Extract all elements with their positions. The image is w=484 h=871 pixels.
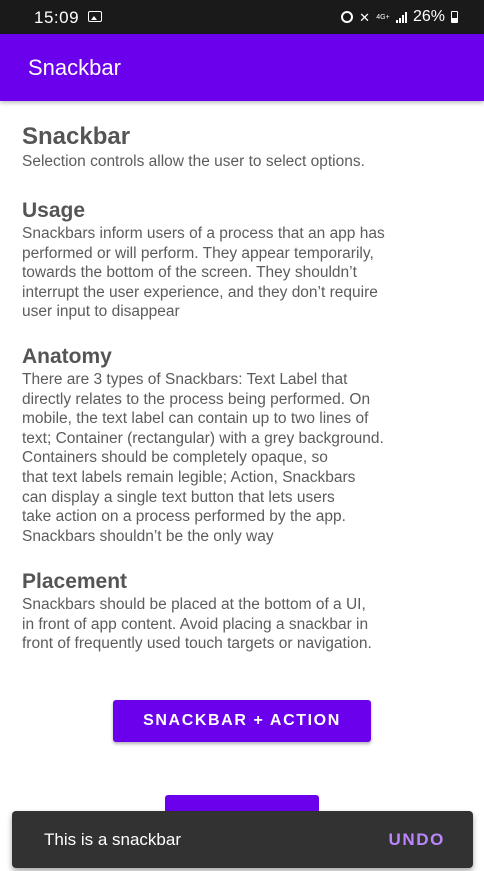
anatomy-line: can display a single text button that le… <box>22 488 335 506</box>
anatomy-line: There are 3 types of Snackbars: Text Lab… <box>22 371 348 388</box>
placement-line: Snackbars should be placed at the bottom… <box>22 596 366 613</box>
status-bar: 15:09 ✕ 4G+ 26% <box>0 0 484 34</box>
app-bar-title: Snackbar <box>28 55 121 80</box>
battery-percentage: 26% <box>412 8 445 25</box>
usage-line: towards the bottom of the screen. They s… <box>22 264 357 282</box>
app-bar: Snackbar <box>0 34 484 101</box>
status-time: 15:09 <box>34 8 80 27</box>
usage-line: interrupt the user experience, and they … <box>22 283 378 301</box>
usage-body: Snackbars inform users of a process that… <box>22 224 462 322</box>
anatomy-line: Snackbars shouldn’t be the only way <box>22 527 274 545</box>
snackbar-message: This is a snackbar <box>44 830 181 849</box>
anatomy-line: directly relates to the process being pe… <box>22 390 371 408</box>
anatomy-section: Anatomy There are 3 types of Snackbars: … <box>22 344 462 546</box>
snackbar-action-button[interactable]: SNACKBAR + ACTION <box>113 700 371 742</box>
usage-line: user input to disappear <box>22 303 180 321</box>
anatomy-line: text; Container (rectangular) with a gre… <box>22 429 384 447</box>
usage-line: performed or will perform. They appear t… <box>22 244 374 262</box>
intro-section: Snackbar Selection controls allow the us… <box>22 122 462 172</box>
snackbar: This is a snackbar UNDO <box>12 811 473 868</box>
status-icons: ✕ 4G+ 26% <box>341 7 458 27</box>
usage-heading: Usage <box>22 199 86 222</box>
signal-icon <box>395 11 407 23</box>
placement-section: Placement Snackbars should be placed at … <box>22 569 462 654</box>
anatomy-line: mobile, the text label can contain up to… <box>22 410 369 428</box>
battery-icon <box>451 11 458 23</box>
alarm-icon <box>341 11 354 23</box>
placement-line: in front of app content. Avoid placing a… <box>22 615 369 633</box>
photo-icon <box>88 11 102 22</box>
placement-heading: Placement <box>22 570 128 593</box>
anatomy-line: take action on a process performed by th… <box>22 508 346 526</box>
placement-body: Snackbars should be placed at the bottom… <box>22 595 462 654</box>
placement-line: front of frequently used touch targets o… <box>22 635 372 653</box>
page-title: Snackbar <box>22 123 131 150</box>
anatomy-line: Containers should be completely opaque, … <box>22 449 328 467</box>
network-icon: 4G+ <box>376 13 390 21</box>
usage-line: Snackbars inform users of a process that… <box>22 225 385 242</box>
anatomy-body: There are 3 types of Snackbars: Text Lab… <box>22 370 462 546</box>
anatomy-line: that text labels remain legible; Action,… <box>22 468 356 486</box>
usage-section: Usage Snackbars inform users of a proces… <box>22 198 462 322</box>
mute-icon: ✕ <box>359 9 370 25</box>
page-subtitle: Selection controls allow the user to sel… <box>22 153 365 170</box>
undo-button[interactable]: UNDO <box>389 830 445 850</box>
anatomy-heading: Anatomy <box>22 345 112 368</box>
content: Snackbar Selection controls allow the us… <box>22 122 462 652</box>
